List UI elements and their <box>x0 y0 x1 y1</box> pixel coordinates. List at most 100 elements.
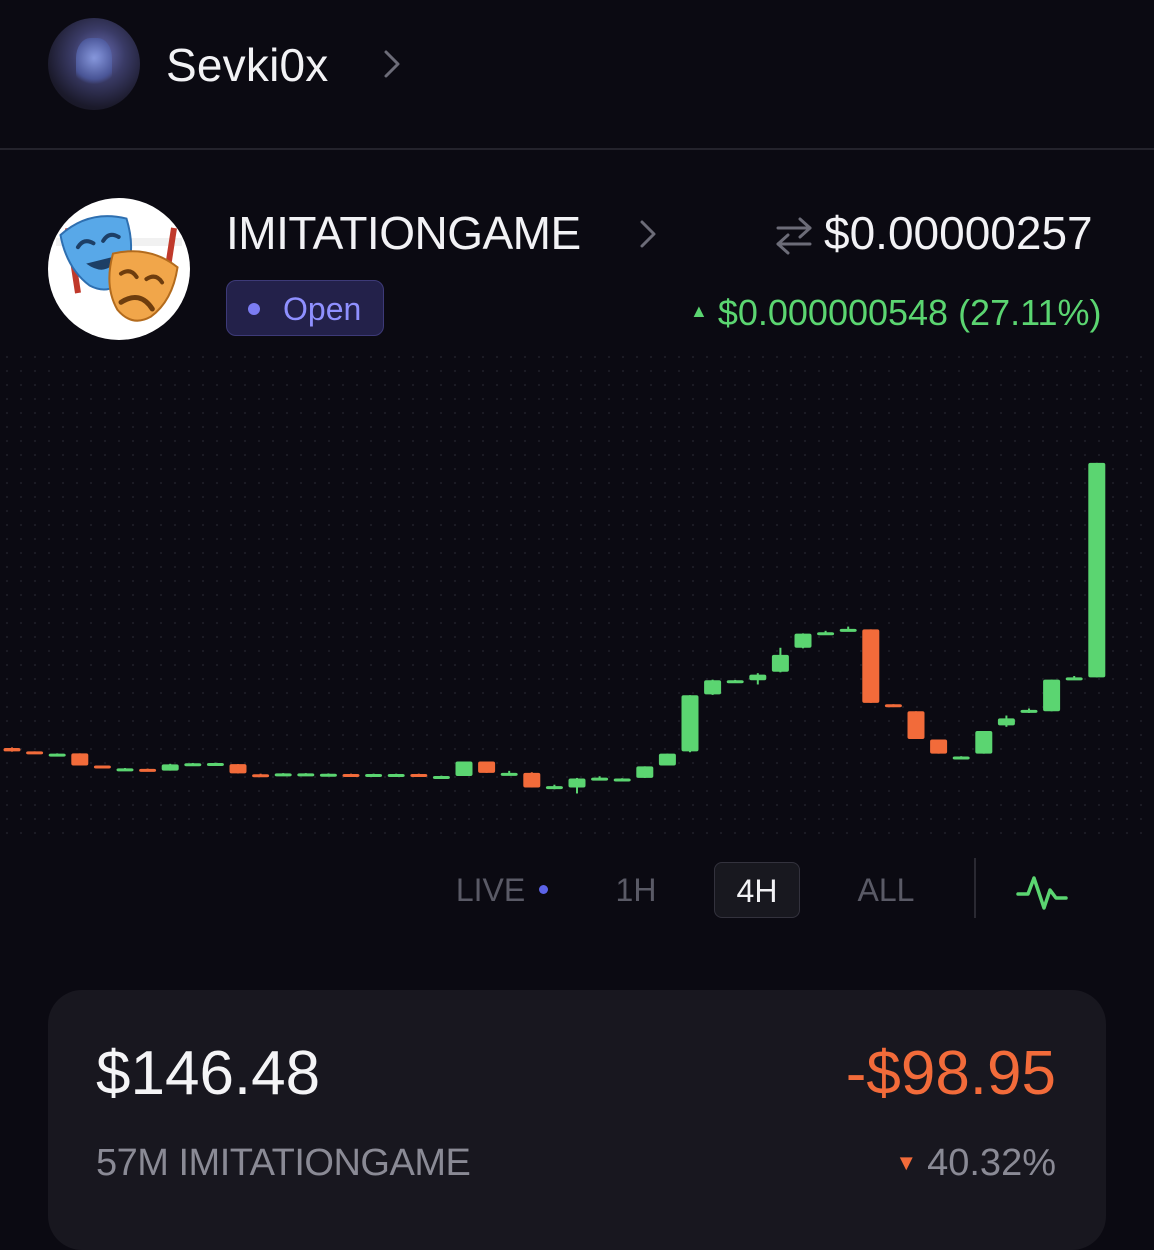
token-name[interactable]: IMITATIONGAME <box>226 206 581 260</box>
candle <box>884 704 902 708</box>
candle <box>704 679 722 695</box>
candle <box>771 647 789 673</box>
candle-body <box>274 773 292 777</box>
candle-body <box>907 711 925 739</box>
status-badge: Open <box>226 280 384 336</box>
triangle-up-icon: ▲ <box>690 300 708 321</box>
candle <box>1088 462 1106 678</box>
candle-body <box>1065 677 1083 681</box>
candle <box>48 753 66 757</box>
chevron-right-icon[interactable] <box>636 212 660 256</box>
candle-body <box>71 753 89 766</box>
candle <box>116 768 134 772</box>
position-holding: 57M IMITATIONGAME <box>96 1142 471 1184</box>
timeframe-1h-button[interactable]: 1H <box>604 862 668 918</box>
candle-body <box>3 748 21 752</box>
candle-body <box>613 778 631 782</box>
candle-body <box>975 731 993 754</box>
candle-body <box>229 764 247 774</box>
candle-body <box>591 777 609 781</box>
theater-masks-icon <box>48 198 190 340</box>
candle <box>839 626 857 632</box>
candle-body <box>161 764 179 771</box>
candle-body <box>139 768 157 772</box>
price-chart[interactable] <box>0 350 1154 840</box>
timeframe-4h-button[interactable]: 4H <box>714 862 800 918</box>
candle <box>975 731 993 754</box>
line-chart-toggle-icon[interactable] <box>1016 870 1068 914</box>
candle-body <box>839 628 857 632</box>
candle <box>26 751 44 755</box>
candle <box>568 777 586 794</box>
candle <box>817 630 835 636</box>
candle-body <box>342 773 360 777</box>
candle-body <box>252 774 270 778</box>
candle <box>862 629 880 703</box>
candle-body <box>206 762 224 766</box>
candle-body <box>930 739 948 754</box>
candle <box>636 766 654 778</box>
candle-body <box>116 768 134 772</box>
user-name[interactable]: Sevki0x <box>166 38 328 92</box>
candle <box>161 763 179 771</box>
candle-body <box>1088 462 1106 678</box>
candle <box>229 764 247 774</box>
candle <box>93 765 111 769</box>
candle <box>591 776 609 781</box>
candle <box>206 762 224 766</box>
price-change: ▲ $0.000000548 (27.11%) <box>690 292 1154 334</box>
timeframe-live-label: LIVE <box>455 872 526 908</box>
candle <box>681 695 699 753</box>
token-price: $0.00000257 <box>824 207 1093 259</box>
user-avatar[interactable] <box>48 18 140 110</box>
pnl-percent-value: 40.32% <box>927 1142 1056 1184</box>
candle-body <box>997 718 1015 726</box>
candle <box>3 747 21 752</box>
price-change-value: $0.000000548 (27.11%) <box>717 292 1102 333</box>
swap-arrows-icon[interactable] <box>772 214 816 258</box>
position-pnl-percent: ▼ 40.32% <box>895 1142 1056 1185</box>
candle-body <box>365 773 383 777</box>
candle-body <box>478 761 496 773</box>
candle-body <box>681 695 699 752</box>
candle <box>907 711 925 739</box>
candle <box>71 753 89 766</box>
candle-body <box>297 773 315 777</box>
candle <box>749 673 767 685</box>
candle <box>613 778 631 782</box>
divider <box>974 858 976 918</box>
candle-body <box>432 775 450 779</box>
candle-body <box>184 763 202 767</box>
candle-body <box>749 674 767 681</box>
status-dot-icon <box>248 303 260 315</box>
candle <box>274 773 292 777</box>
candle <box>952 756 970 760</box>
position-card[interactable]: $146.48 -$98.95 57M IMITATIONGAME ▼ 40.32… <box>48 990 1106 1250</box>
candle-body <box>726 680 744 684</box>
candle-body <box>771 654 789 672</box>
candle-body <box>568 778 586 788</box>
profile-header: Sevki0x <box>0 0 1154 150</box>
chevron-right-icon[interactable] <box>380 42 404 86</box>
candle <box>342 773 360 777</box>
candle-body <box>794 633 812 648</box>
timeframe-live-button[interactable]: LIVE <box>440 862 564 918</box>
candle <box>997 715 1015 727</box>
candle-body <box>1043 679 1061 712</box>
candle <box>658 753 676 766</box>
candle-body <box>93 765 111 769</box>
candle-body <box>658 753 676 766</box>
candle-body <box>455 761 473 776</box>
candle-body <box>410 773 428 777</box>
candle-body <box>26 751 44 755</box>
candle-body <box>862 629 880 703</box>
candle <box>319 773 337 777</box>
position-pnl: -$98.95 <box>845 1039 1056 1108</box>
candle <box>1020 708 1038 713</box>
candle <box>455 761 473 776</box>
candle-body <box>817 632 835 636</box>
candle-body <box>1020 709 1038 713</box>
candle-body <box>545 786 563 790</box>
candle-body <box>48 753 66 757</box>
timeframe-all-button[interactable]: ALL <box>846 862 926 918</box>
